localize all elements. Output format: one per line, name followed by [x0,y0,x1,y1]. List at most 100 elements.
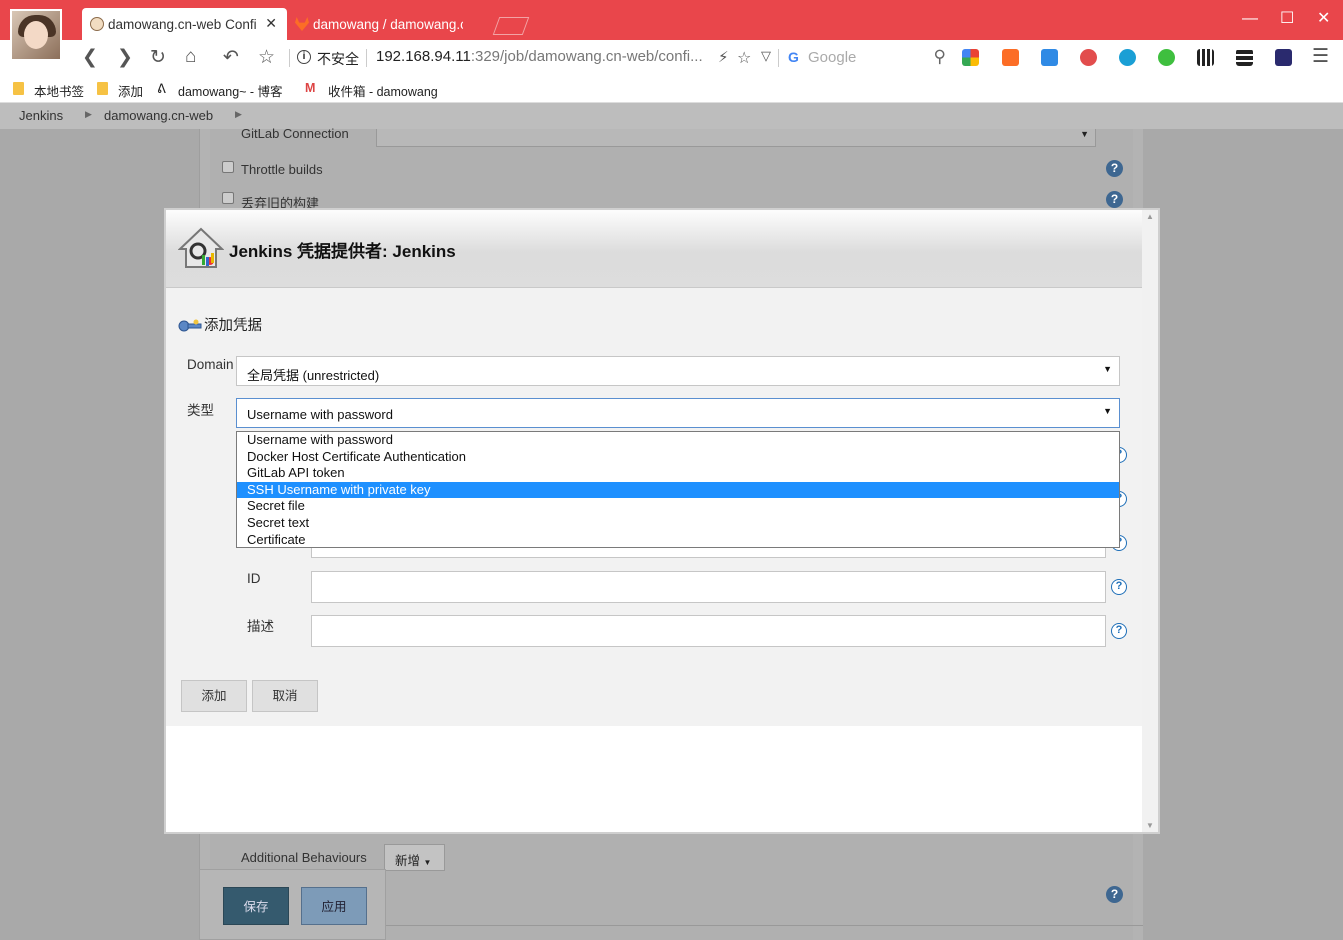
folder-icon [97,82,108,95]
add-credential-button[interactable]: 添加 [181,680,247,712]
throttle-builds-checkbox[interactable] [222,161,234,173]
kind-option[interactable]: Certificate [237,532,1119,549]
id-input[interactable] [311,571,1106,603]
bookmark-local[interactable]: 本地书签 [34,81,84,100]
section-title: 添加凭据 [204,318,262,334]
info-icon[interactable]: i [297,50,311,64]
kind-option-highlighted[interactable]: SSH Username with private key [237,481,1119,499]
tab-close-icon[interactable]: ✕ [265,15,277,32]
domain-label: Domain [187,357,234,372]
apply-button[interactable]: 应用 [301,887,367,925]
google-icon: G [788,49,799,65]
undo-close-icon[interactable]: ↶ [223,46,239,69]
credentials-house-icon [178,227,224,268]
minimize-icon[interactable]: — [1242,10,1258,28]
help-icon[interactable]: ? [1111,623,1127,639]
reload-icon[interactable]: ↻ [150,46,166,69]
dialog-title: Jenkins 凭据提供者: Jenkins [229,242,456,261]
tab-title: damowang.cn-web Confi [108,16,257,32]
security-label[interactable]: 不安全 [317,49,359,69]
breadcrumb-jenkins[interactable]: Jenkins [19,108,63,123]
save-button[interactable]: 保存 [223,887,289,925]
domain-value: 全局凭据 (unrestricted) [247,368,380,383]
description-input[interactable] [311,615,1106,647]
new-behaviour-button[interactable]: 新增 ▼ [384,844,445,871]
gitlab-extension-icon[interactable] [1002,49,1019,66]
id-label: ID [247,571,261,586]
tab-title: damowang / damowang.cn- [313,16,463,32]
url-field[interactable]: 192.168.94.11:329/job/damowang.cn-web/co… [376,48,703,65]
tab-jenkins-config[interactable]: damowang.cn-web Confi ✕ [82,8,287,40]
lightning-icon[interactable]: ⚡ [718,48,729,66]
credentials-dialog: Jenkins 凭据提供者: Jenkins ▲ ▼ 添加凭据 Domain 全… [164,208,1160,834]
kind-option[interactable]: Secret file [237,498,1119,515]
forward-icon[interactable]: ❯ [117,46,133,69]
divider [778,49,779,67]
jenkins-favicon-icon [90,17,104,31]
dialog-header: Jenkins 凭据提供者: Jenkins [166,210,1142,288]
chevron-down-icon: ▼ [423,858,432,867]
divider [289,49,290,67]
bookmark-blog[interactable]: damowang~ - 博客 [178,81,283,100]
breadcrumb: Jenkins ▶ damowang.cn-web ▶ [0,103,1343,129]
kind-option[interactable]: Docker Host Certificate Authentication [237,449,1119,466]
scroll-up-icon[interactable]: ▲ [1146,212,1154,221]
search-extension-icon[interactable] [1119,49,1136,66]
kind-dropdown-list[interactable]: Username with password Docker Host Certi… [236,431,1120,548]
help-icon[interactable]: ? [1106,886,1123,903]
blog-icon: ᕕ [157,81,166,96]
address-toolbar: ❮ ❯ ↻ ⌂ ↶ ☆ i 不安全 192.168.94.11:329/job/… [0,40,1343,75]
divider [366,49,367,67]
breadcrumb-separator-icon: ▶ [235,109,242,119]
new-button-label: 新增 [395,854,421,868]
translate-icon[interactable] [1041,49,1058,66]
bookmark-inbox[interactable]: 收件箱 - damowang [328,81,438,100]
bookmark-star-icon[interactable]: ☆ [258,46,275,69]
bookmarks-bar: 本地书签 添加 ᕕ damowang~ - 博客 M 收件箱 - damowan… [0,75,1343,103]
favorite-icon[interactable]: ☆ [737,48,751,68]
dialog-footer [166,726,1142,832]
help-icon[interactable]: ? [1106,191,1123,208]
cancel-button[interactable]: 取消 [252,680,318,712]
home-icon[interactable]: ⌂ [185,46,196,68]
gitlab-favicon-icon [295,17,309,31]
url-path: :329/job/damowang.cn-web/confi... [470,48,703,65]
folder-icon [13,82,24,95]
search-box[interactable]: G Google ⚲ [786,46,948,70]
chrome-web-store-icon[interactable] [962,49,979,66]
gmail-icon: M [305,81,316,95]
scroll-down-icon[interactable]: ▼ [1146,821,1154,830]
kind-select[interactable]: Username with password ▼ [236,398,1120,428]
domain-select[interactable]: 全局凭据 (unrestricted) ▼ [236,356,1120,386]
chevron-down-icon[interactable]: ▽ [761,48,771,64]
breadcrumb-separator-icon: ▶ [85,109,92,119]
breadcrumb-job[interactable]: damowang.cn-web [104,108,213,123]
search-icon[interactable]: ⚲ [934,47,946,67]
bookmark-add[interactable]: 添加 [118,81,143,100]
qrcode-icon[interactable] [1197,49,1214,66]
search-placeholder: Google [808,49,857,66]
kind-option[interactable]: Username with password [237,432,1119,449]
speedometer-icon[interactable] [1275,49,1292,66]
description-label: 描述 [247,619,274,634]
discard-old-checkbox[interactable] [222,192,234,204]
wechat-icon[interactable] [1158,49,1175,66]
dialog-scrollbar[interactable]: ▲ ▼ [1142,210,1158,832]
tab-gitlab[interactable]: damowang / damowang.cn- [287,8,490,40]
kind-option[interactable]: GitLab API token [237,465,1119,482]
qrcode-generator-icon[interactable] [1236,49,1253,66]
chevron-down-icon: ▼ [1103,406,1112,416]
user-avatar[interactable] [10,9,62,61]
cube-extension-icon[interactable] [1080,49,1097,66]
kind-option[interactable]: Secret text [237,515,1119,532]
chevron-down-icon: ▼ [1080,129,1089,139]
maximize-icon[interactable]: ☐ [1280,8,1294,28]
menu-icon[interactable]: ☰ [1312,45,1329,68]
key-icon [178,319,202,332]
gitlab-connection-select[interactable]: ▼ [376,129,1096,147]
gitlab-connection-label: GitLab Connection [241,126,349,141]
help-icon[interactable]: ? [1106,160,1123,177]
help-icon[interactable]: ? [1111,579,1127,595]
back-icon[interactable]: ❮ [82,46,98,69]
close-window-icon[interactable]: ✕ [1317,8,1330,28]
